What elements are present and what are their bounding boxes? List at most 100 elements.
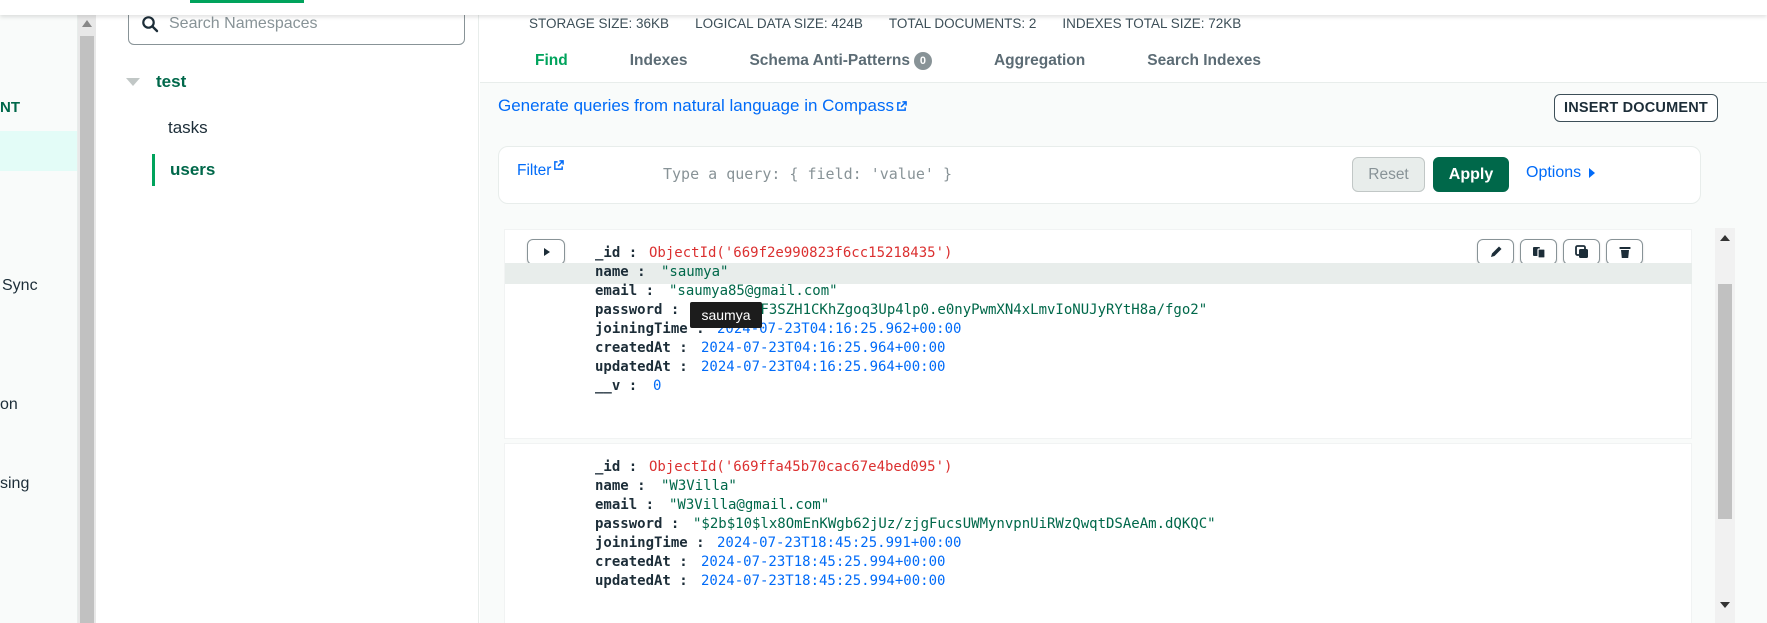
database-label: test [156,72,187,91]
field-key: _id : [595,459,638,475]
left-nav: NT Sync on sing [0,0,78,623]
document-field: email : "saumya85@gmail.com" [505,282,1692,303]
database-item-test[interactable]: test [126,70,186,94]
field-key: email : [595,283,655,299]
document-field: updatedAt : 2024-07-23T04:16:25.964+00:0… [505,358,1692,379]
document-field: password : "$2b$10$F3SZH1CKhZgoq3Up4lp0.… [505,301,1692,322]
field-key: password : [595,302,680,318]
value-tooltip: saumya [690,302,762,328]
document-card[interactable]: _id : ObjectId('669ffa45b70cac67e4bed095… [504,443,1692,623]
field-value: 2024-07-23T18:45:25.994+00:00 [701,554,946,570]
query-bar: Filter Reset Apply Options [498,146,1701,204]
field-value: "W3Villa" [661,478,737,494]
field-key: joiningTime : [595,535,705,551]
field-value: 2024-07-23T18:45:25.994+00:00 [701,573,946,589]
collection-tabs: Find Indexes Schema Anti-Patterns 0 Aggr… [535,52,1323,70]
document-field: joiningTime : 2024-07-23T04:16:25.962+00… [505,320,1692,341]
documents-area: Generate queries from natural language i… [480,82,1767,623]
apply-button[interactable]: Apply [1433,157,1509,192]
scroll-up-icon[interactable] [1720,235,1730,241]
total-documents: TOTAL DOCUMENTS: 2 [888,16,1037,31]
field-value: "$2b$10$lx8OmEnKWgb62jUz/zjgFucsUWMynvpn… [693,516,1216,532]
options-button[interactable]: Options [1526,164,1596,182]
tab-schema-anti-patterns[interactable]: Schema Anti-Patterns 0 [749,52,932,70]
tab-aggregation[interactable]: Aggregation [994,52,1085,70]
document-field: _id : ObjectId('669ffa45b70cac67e4bed095… [505,458,1692,479]
document-field: createdAt : 2024-07-23T04:16:25.964+00:0… [505,339,1692,360]
collection-view: STORAGE SIZE: 36KB LOGICAL DATA SIZE: 42… [480,0,1767,623]
logical-data-size: LOGICAL DATA SIZE: 424B [695,16,863,31]
left-nav-item[interactable]: NT [0,99,20,116]
tab-indexes[interactable]: Indexes [630,52,688,70]
generate-queries-label: Generate queries from natural language i… [498,96,894,115]
left-nav-item[interactable]: on [0,396,18,414]
field-key: __v : [595,378,638,394]
insert-document-button[interactable]: INSERT DOCUMENT [1554,94,1718,122]
field-key: createdAt : [595,554,688,570]
top-bar [0,0,1767,15]
field-value: "saumya85@gmail.com" [669,283,838,299]
field-key: updatedAt : [595,359,688,375]
document-field: name : "saumya" [505,263,1692,284]
left-nav-item[interactable]: Sync [2,277,38,295]
document-field: name : "W3Villa" [505,477,1692,498]
search-icon [142,16,159,33]
caret-right-icon [1589,168,1596,178]
scrollbar-thumb[interactable] [1718,284,1732,519]
document-field: createdAt : 2024-07-23T18:45:25.994+00:0… [505,553,1692,574]
left-nav-item[interactable]: sing [0,475,29,493]
tab-search-indexes[interactable]: Search Indexes [1147,52,1261,70]
field-value: "W3Villa@gmail.com" [669,497,830,513]
field-key: createdAt : [595,340,688,356]
document-field: password : "$2b$10$lx8OmEnKWgb62jUz/zjgF… [505,515,1692,536]
external-link-icon [554,160,565,170]
schema-count-badge: 0 [913,52,932,70]
field-key: _id : [595,245,638,261]
document-field: updatedAt : 2024-07-23T18:45:25.994+00:0… [505,572,1692,593]
scroll-down-icon[interactable] [1720,602,1730,608]
field-key: name : [595,478,646,494]
scroll-up-icon[interactable] [82,20,92,27]
reset-button[interactable]: Reset [1352,157,1425,192]
filter-link[interactable]: Filter [517,160,565,180]
indexes-total-size: INDEXES TOTAL SIZE: 72KB [1062,16,1242,31]
field-key: joiningTime : [595,321,705,337]
field-value: "saumya" [661,264,729,280]
field-value: 0 [653,378,662,394]
namespace-panel: test tasks users [96,0,479,623]
document-card[interactable]: _id : ObjectId('669f2e990823f6cc15218435… [504,229,1692,439]
document-list-scrollbar[interactable] [1715,228,1735,623]
external-link-icon [897,100,907,111]
field-value: 2024-07-23T18:45:25.991+00:00 [717,535,962,551]
field-key: password : [595,516,680,532]
namespace-search-input[interactable] [169,13,449,35]
collection-item-tasks[interactable]: tasks [152,114,208,142]
collection-stats: STORAGE SIZE: 36KB LOGICAL DATA SIZE: 42… [529,16,1241,31]
left-nav-selected-item[interactable] [0,131,77,171]
compass-window: NT Sync on sing test tasks users STORAGE… [0,0,1767,623]
field-value: ObjectId('669ffa45b70cac67e4bed095') [649,459,953,475]
document-field: _id : ObjectId('669f2e990823f6cc15218435… [505,244,1692,265]
scrollbar-thumb[interactable] [80,36,94,623]
document-field: __v : 0 [505,377,1692,398]
field-value: 2024-07-23T04:16:25.964+00:00 [701,359,946,375]
generate-queries-link[interactable]: Generate queries from natural language i… [498,96,907,116]
caret-down-icon[interactable] [126,78,140,86]
left-nav-scrollbar[interactable] [78,0,96,623]
tab-find[interactable]: Find [535,52,568,70]
field-value: ObjectId('669f2e990823f6cc15218435') [649,245,953,261]
options-label: Options [1526,164,1582,181]
document-field: email : "W3Villa@gmail.com" [505,496,1692,517]
filter-label: Filter [517,162,552,179]
document-field: joiningTime : 2024-07-23T18:45:25.991+00… [505,534,1692,555]
document-list: _id : ObjectId('669f2e990823f6cc15218435… [504,229,1692,623]
filter-query-input[interactable] [663,161,1313,187]
tab-schema-label: Schema Anti-Patterns [749,52,910,69]
field-key: name : [595,264,646,280]
top-bar-accent [190,0,304,3]
storage-size: STORAGE SIZE: 36KB [529,16,670,31]
field-value: "$2b$10$F3SZH1CKhZgoq3Up4lp0.e0nyPwmXN4x… [693,302,1208,318]
collection-item-users[interactable]: users [152,154,215,186]
field-value: 2024-07-23T04:16:25.964+00:00 [701,340,946,356]
field-key: email : [595,497,655,513]
